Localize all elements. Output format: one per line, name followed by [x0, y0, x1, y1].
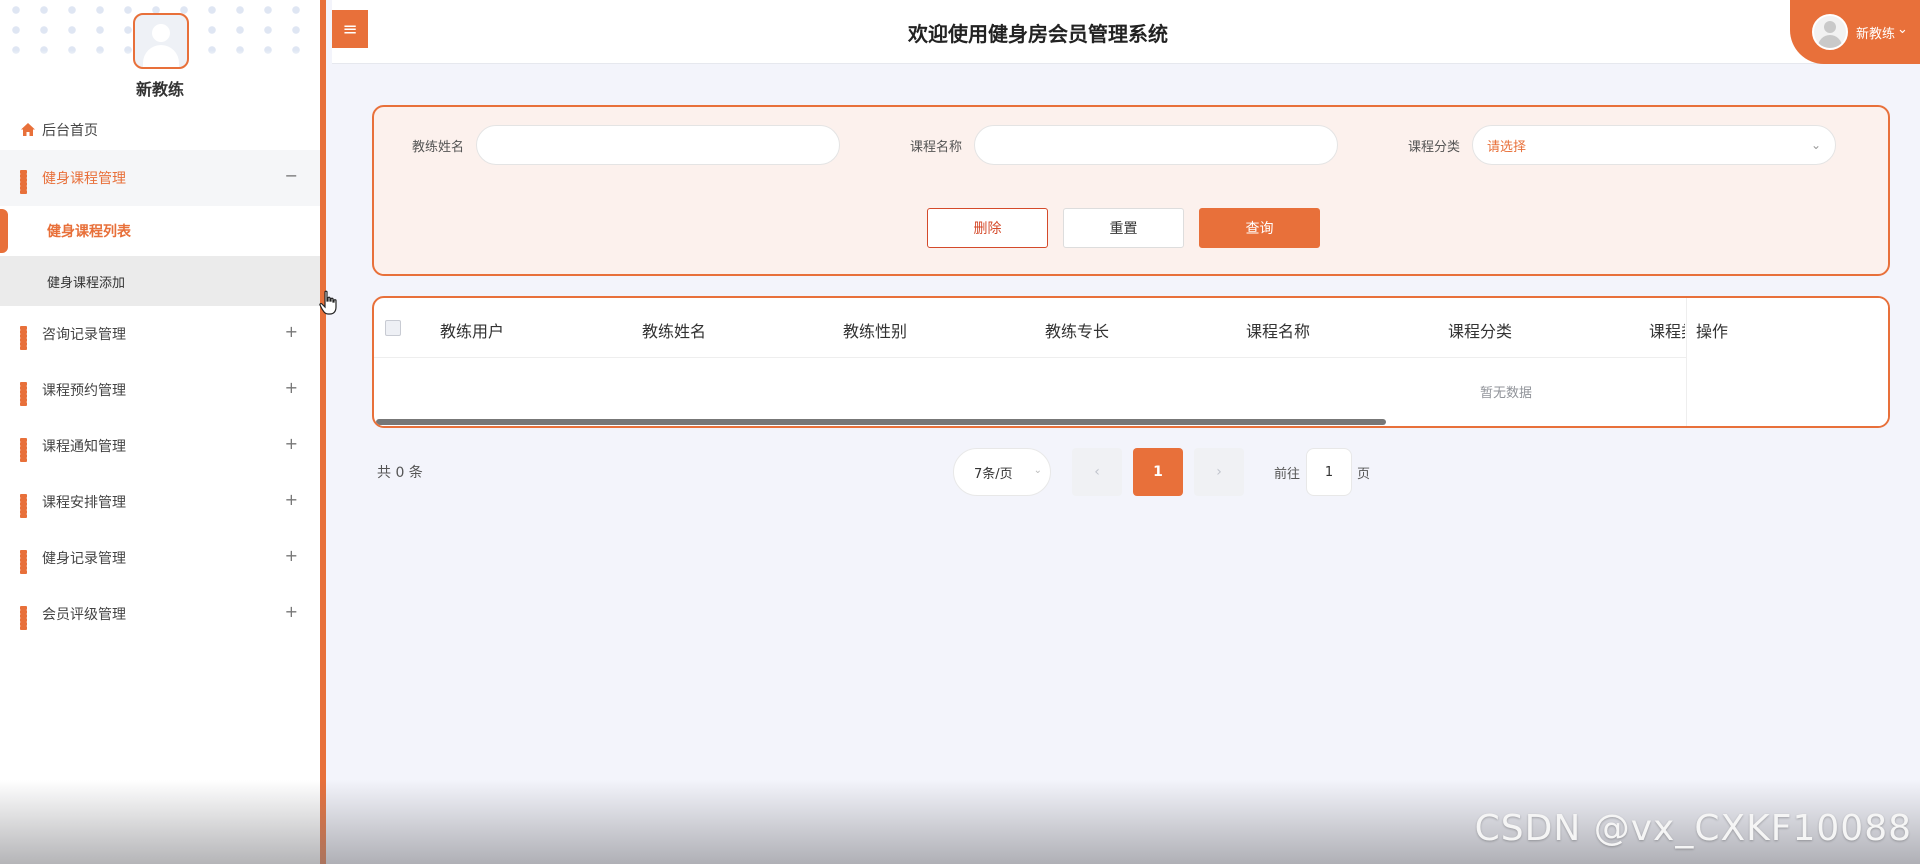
top-header: ≡ 欢迎使用健身房会员管理系统 新教练 ⌄: [332, 0, 1920, 64]
chevron-left-icon: ‹: [1094, 464, 1100, 480]
fixed-ops-column: 操作: [1686, 298, 1888, 426]
column-header[interactable]: 课程分类: [1448, 318, 1512, 342]
expand-icon[interactable]: +: [285, 490, 298, 509]
query-button[interactable]: 查询: [1199, 208, 1320, 248]
goto-label: 前往: [1274, 467, 1301, 482]
ops-column-header: 操作: [1696, 322, 1729, 341]
chevron-right-icon: ›: [1216, 464, 1222, 480]
sidebar-item-fitness-records[interactable]: 健身记录管理 +: [0, 530, 320, 586]
select-all-checkbox[interactable]: [385, 320, 401, 336]
empty-state-text: 暂无数据: [1480, 386, 1533, 401]
grid-icon: [20, 170, 36, 194]
search-panel: 教练姓名 课程名称 课程分类 请选择 ⌄ 删除 重置 查询: [372, 105, 1890, 276]
course-name-input[interactable]: [974, 125, 1339, 165]
user-avatar: [1812, 14, 1848, 50]
column-header[interactable]: 教练用户: [440, 318, 504, 342]
page-size-label: 7条/页: [974, 466, 1013, 482]
sidebar-item-consult-records[interactable]: 咨询记录管理 +: [0, 306, 320, 362]
chevron-down-icon: ⌄: [1897, 21, 1908, 37]
sidebar-item-label: 健身记录管理: [42, 551, 126, 567]
coach-name-label: 教练姓名: [412, 139, 465, 155]
page-size-select[interactable]: 7条/页 ⌄: [953, 448, 1051, 496]
sidebar-item-label: 课程预约管理: [42, 383, 126, 399]
profile-username: 新教练: [135, 80, 184, 99]
grid-icon: [20, 438, 36, 462]
grid-icon: [20, 550, 36, 574]
sidebar-item-label: 课程通知管理: [42, 439, 126, 455]
grid-icon: [20, 606, 36, 630]
sidebar: 新教练 后台首页 健身课程管理 − 健身课程列表 健身课程添加 咨询记录管理 +: [0, 0, 326, 864]
sidebar-item-course-notice[interactable]: 课程通知管理 +: [0, 418, 320, 474]
next-page-button[interactable]: ›: [1194, 448, 1244, 496]
course-name-label: 课程名称: [910, 139, 963, 155]
sidebar-item-course-management[interactable]: 健身课程管理 −: [0, 150, 320, 206]
horizontal-scrollbar[interactable]: [376, 419, 1386, 425]
column-header[interactable]: 课程类: [1649, 318, 1685, 342]
page-number-button[interactable]: 1: [1133, 448, 1183, 496]
sidebar-item-label: 会员评级管理: [42, 607, 126, 623]
column-header[interactable]: 教练性别: [843, 318, 907, 342]
sidebar-item-course-schedule[interactable]: 课程安排管理 +: [0, 474, 320, 530]
column-header[interactable]: 教练姓名: [642, 318, 706, 342]
grid-icon: [20, 326, 36, 350]
sidebar-subitem-course-add[interactable]: 健身课程添加: [0, 256, 320, 306]
profile-section: 新教练: [0, 0, 320, 110]
data-table: 教练用户 教练姓名 教练性别 教练专长 课程名称 课程分类 课程类 操作 暂无数…: [372, 296, 1890, 428]
page-title: 欢迎使用健身房会员管理系统: [908, 22, 1168, 46]
course-name-field: 课程名称: [910, 125, 1339, 165]
category-field: 课程分类 请选择 ⌄: [1408, 125, 1837, 165]
sidebar-menu: 后台首页 健身课程管理 − 健身课程列表 健身课程添加 咨询记录管理 + 课程预…: [0, 110, 320, 642]
table-header: 教练用户 教练姓名 教练性别 教练专长 课程名称 课程分类 课程类: [374, 298, 1888, 358]
expand-icon[interactable]: +: [285, 602, 298, 621]
watermark: CSDN @vx_CXKF10088: [1474, 808, 1912, 849]
expand-icon[interactable]: +: [285, 378, 298, 397]
category-select[interactable]: 请选择 ⌄: [1472, 125, 1837, 165]
grid-icon: [20, 494, 36, 518]
expand-icon[interactable]: +: [285, 434, 298, 453]
collapse-icon[interactable]: −: [285, 166, 298, 185]
category-label: 课程分类: [1408, 139, 1461, 155]
home-icon: [20, 122, 36, 138]
coach-name-input[interactable]: [476, 125, 841, 165]
coach-name-field: 教练姓名: [412, 125, 841, 165]
goto-suffix: 页: [1357, 467, 1371, 482]
sidebar-subitem-course-list[interactable]: 健身课程列表: [0, 206, 320, 256]
delete-button[interactable]: 删除: [927, 208, 1048, 248]
grid-icon: [20, 382, 36, 406]
sidebar-subitem-label: 健身课程添加: [47, 275, 126, 291]
sidebar-item-label: 健身课程管理: [42, 171, 126, 187]
chevron-down-icon: ⌄: [1810, 138, 1822, 152]
expand-icon[interactable]: +: [285, 322, 298, 341]
column-header[interactable]: 课程名称: [1246, 318, 1310, 342]
sidebar-subitem-label: 健身课程列表: [47, 224, 131, 240]
prev-page-button[interactable]: ‹: [1072, 448, 1122, 496]
category-placeholder: 请选择: [1487, 139, 1527, 155]
clipped-column-wrap: 课程类: [1649, 298, 1685, 358]
chevron-down-icon: ⌄: [1033, 465, 1042, 476]
sidebar-item-home[interactable]: 后台首页: [0, 110, 320, 150]
total-count: 共 0 条: [377, 465, 423, 481]
sidebar-item-label: 课程安排管理: [42, 495, 126, 511]
sidebar-item-member-rating[interactable]: 会员评级管理 +: [0, 586, 320, 642]
column-header[interactable]: 教练专长: [1045, 318, 1109, 342]
reset-button[interactable]: 重置: [1063, 208, 1184, 248]
expand-icon[interactable]: +: [285, 546, 298, 565]
sidebar-item-course-booking[interactable]: 课程预约管理 +: [0, 362, 320, 418]
submenu-course: 健身课程列表 健身课程添加: [0, 206, 320, 306]
hand-cursor-icon: [319, 290, 337, 315]
avatar[interactable]: [133, 13, 189, 69]
user-menu[interactable]: 新教练 ⌄: [1790, 0, 1920, 64]
sidebar-item-label: 后台首页: [42, 123, 98, 139]
sidebar-item-label: 咨询记录管理: [42, 327, 126, 343]
goto-page-input[interactable]: 1: [1306, 448, 1352, 496]
user-name: 新教练: [1856, 26, 1896, 42]
